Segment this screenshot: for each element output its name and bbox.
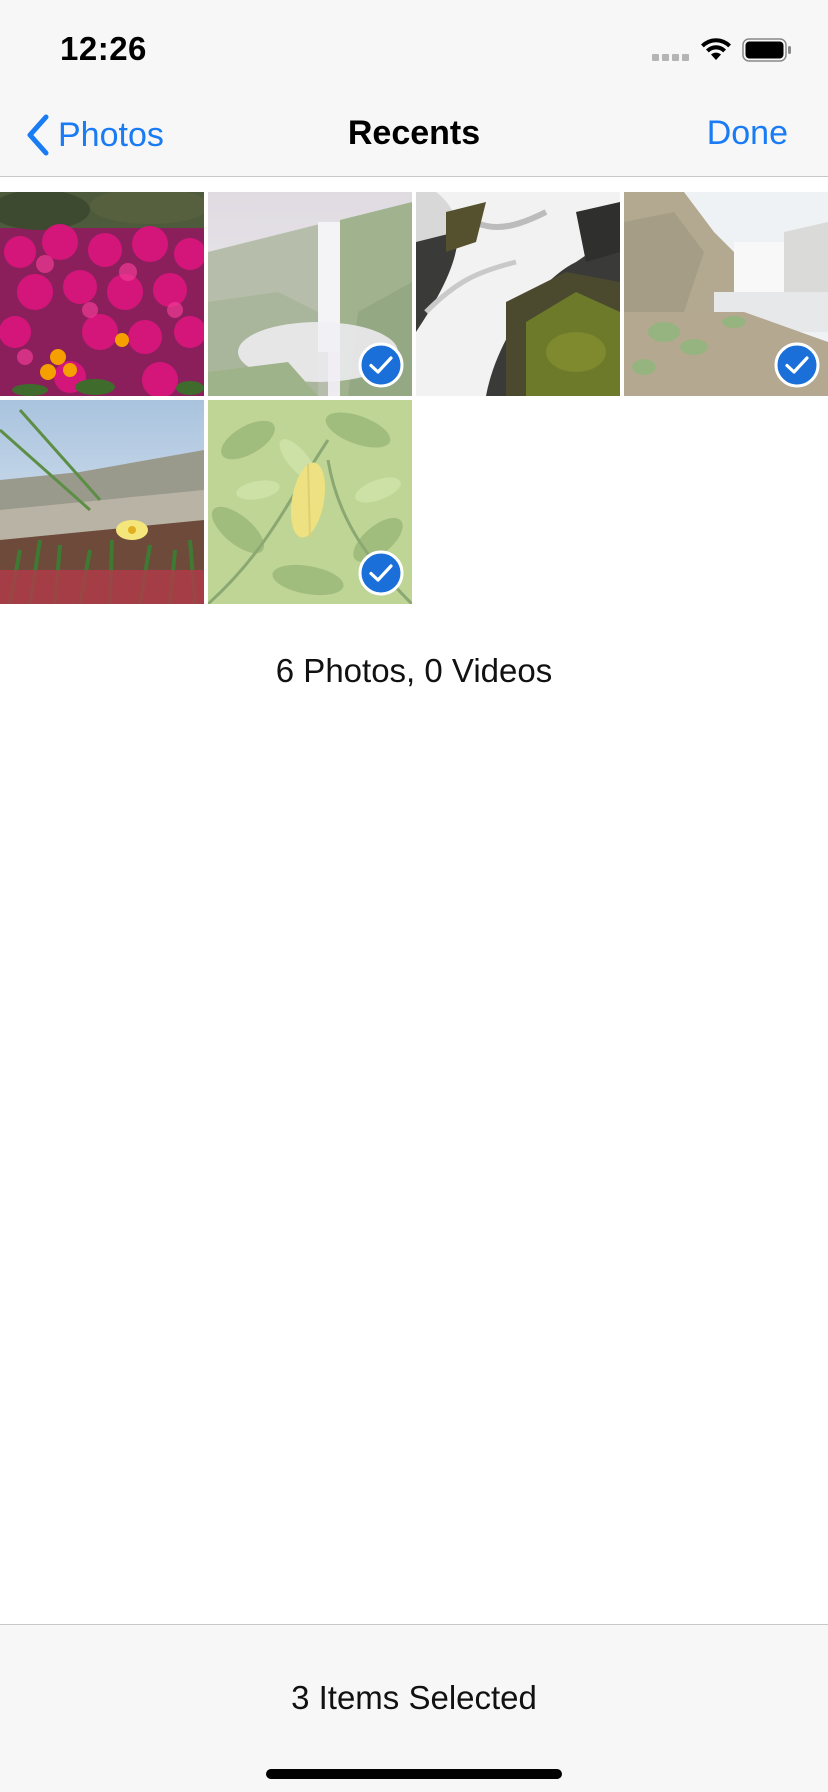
bottom-toolbar: 3 Items Selected (0, 1624, 828, 1792)
pink-flowers-image (0, 192, 204, 396)
photo-thumbnail[interactable] (208, 192, 412, 396)
photo-thumbnail[interactable] (624, 192, 828, 396)
photo-count-summary: 6 Photos, 0 Videos (275, 652, 553, 689)
photo-thumbnail[interactable] (0, 192, 204, 396)
photo-picker-screen: 12:26 Photos Recents Done 6 Photos, 0 Vi… (0, 0, 828, 1792)
photo-thumbnail[interactable] (0, 400, 204, 604)
photo-thumbnail[interactable] (416, 192, 620, 396)
checkmark-selected-icon (358, 550, 404, 596)
battery-icon (742, 38, 791, 62)
waterfall-rocks-image (416, 192, 620, 396)
photo-thumbnail[interactable] (208, 400, 412, 604)
page-title: Recents (347, 114, 481, 152)
dune-flower-image (0, 400, 204, 604)
checkmark-selected-icon (774, 342, 820, 388)
wifi-icon (701, 38, 731, 60)
home-indicator[interactable] (266, 1769, 562, 1779)
status-bar: 12:26 (0, 0, 828, 100)
done-button[interactable]: Done (707, 114, 788, 153)
signal-icon (652, 54, 689, 61)
navigation-bar: Photos Recents Done (0, 100, 828, 177)
status-time: 12:26 (60, 30, 147, 67)
selected-count-label: 3 Items Selected (291, 1679, 537, 1716)
checkmark-selected-icon (358, 342, 404, 388)
